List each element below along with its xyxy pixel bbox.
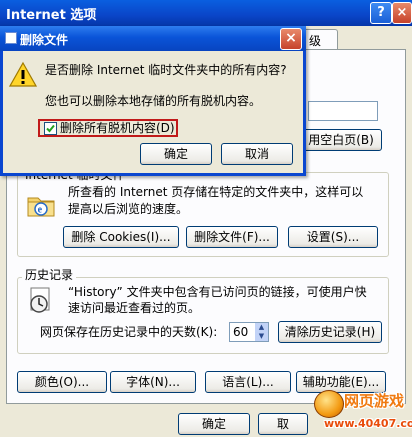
offline-content-checkbox[interactable] (44, 122, 57, 135)
options-title: Internet 选项 (6, 8, 97, 23)
history-days-value: 60 (233, 325, 249, 339)
offline-content-label[interactable]: 删除所有脱机内容(D) (60, 120, 175, 137)
dialog-titlebar: 删除文件 × (0, 26, 306, 51)
options-titlebar: Internet 选项 ? × (0, 0, 412, 26)
dialog-window-icon (5, 32, 17, 44)
options-cancel-button[interactable]: 取 (258, 413, 308, 435)
watermark-mascot-icon (314, 390, 344, 418)
dialog-ok-button[interactable]: 确定 (140, 143, 212, 165)
dialog-close-button[interactable]: × (280, 28, 302, 50)
fonts-button[interactable]: 字体(N)... (110, 371, 196, 393)
help-button[interactable]: ? (370, 2, 392, 24)
delete-files-button[interactable]: 删除文件(F)... (186, 226, 278, 248)
history-clock-icon (27, 285, 55, 315)
dialog-title: 删除文件 (20, 33, 69, 47)
history-desc-1: “History” 文件夹中包含有已访问页的链接，可使用户快 (68, 285, 367, 299)
history-days-label: 网页保存在历史记录中的天数(K): (40, 325, 218, 339)
temp-files-desc-1: 所查看的 Internet 页存储在特定的文件夹中，这样可以 (68, 185, 364, 199)
languages-button[interactable]: 语言(L)... (205, 371, 291, 393)
dialog-question: 是否删除 Internet 临时文件夹中的所有内容? (45, 63, 287, 77)
temp-files-folder-icon: e (26, 189, 56, 219)
watermark-url: www.40407.com (324, 417, 412, 430)
options-ok-button[interactable]: 确定 (178, 413, 250, 435)
options-close-button[interactable]: × (392, 2, 412, 24)
svg-text:e: e (38, 205, 43, 216)
dialog-info: 您也可以删除本地存储的所有脱机内容。 (45, 94, 262, 108)
watermark-logo: 网页游戏 www.40407.com (314, 388, 412, 437)
history-days-stepper[interactable]: 60 ▲ ▼ (229, 322, 269, 342)
dialog-cancel-button[interactable]: 取消 (221, 143, 293, 165)
checkmark-icon (46, 124, 55, 133)
use-blank-button[interactable]: 用空白页(B) (300, 129, 382, 151)
history-desc-2: 速访问最近查看过的页。 (68, 301, 201, 315)
clear-history-button[interactable]: 清除历史记录(H) (278, 321, 382, 343)
settings-button[interactable]: 设置(S)... (288, 226, 378, 248)
warning-icon (9, 61, 37, 89)
colors-button[interactable]: 颜色(O)... (17, 371, 107, 393)
home-address-input[interactable] (308, 101, 378, 121)
temp-files-desc-2: 提高以后浏览的速度。 (68, 202, 189, 216)
stepper-down-icon[interactable]: ▼ (255, 332, 268, 341)
delete-cookies-button[interactable]: 删除 Cookies(I)... (63, 226, 179, 248)
stepper-up-icon[interactable]: ▲ (255, 323, 268, 332)
watermark-brand: 网页游戏 (344, 392, 405, 410)
history-group-label: 历史记录 (22, 266, 77, 283)
